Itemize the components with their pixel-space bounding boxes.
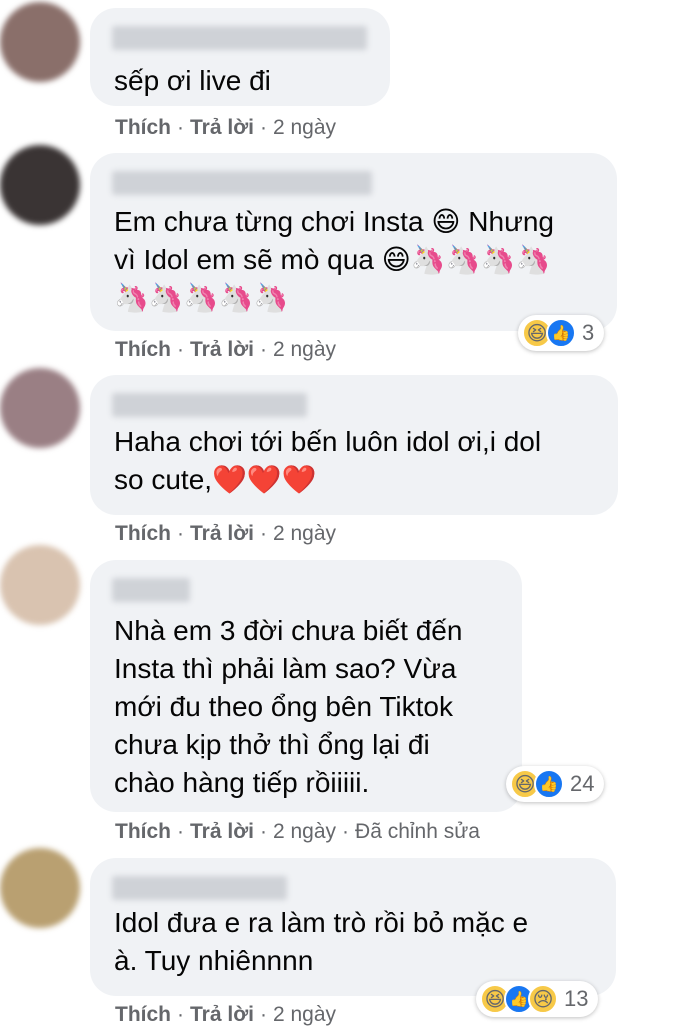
comment-text: sếp ơi live đi bbox=[114, 65, 271, 96]
comment-text: Nhà em 3 đời chưa biết đến Insta thì phả… bbox=[114, 615, 463, 798]
like-icon: 👍 bbox=[534, 769, 564, 799]
reply-link[interactable]: Trả lời bbox=[190, 522, 254, 545]
reaction-summary[interactable]: 😆 👍 😢 13 bbox=[476, 981, 599, 1017]
timestamp[interactable]: 2 ngày bbox=[273, 522, 336, 545]
comment-actions: Thích · Trả lời · 2 ngày bbox=[115, 1003, 337, 1026]
author-name-redacted[interactable] bbox=[112, 171, 372, 195]
reply-link[interactable]: Trả lời bbox=[190, 116, 254, 139]
comment-bubble: Haha chơi tới bến luôn idol ơi,i dol so … bbox=[90, 375, 618, 515]
avatar[interactable] bbox=[0, 145, 80, 225]
comment-actions: Thích · Trả lời · 2 ngày bbox=[115, 522, 337, 545]
comment-text: Em chưa từng chơi Insta 😄 Nhưng vì Idol … bbox=[114, 206, 554, 313]
avatar[interactable] bbox=[0, 368, 80, 448]
reaction-summary[interactable]: 😆 👍 3 bbox=[518, 315, 605, 351]
comment-actions: Thích · Trả lời · 2 ngày · Đã chỉnh sửa bbox=[115, 820, 480, 843]
comment-actions: Thích · Trả lời · 2 ngày bbox=[115, 116, 337, 139]
like-link[interactable]: Thích bbox=[115, 338, 171, 361]
reply-link[interactable]: Trả lời bbox=[190, 338, 254, 361]
timestamp[interactable]: 2 ngày bbox=[273, 820, 336, 843]
like-link[interactable]: Thích bbox=[115, 522, 171, 545]
comment-bubble: Idol đưa e ra làm trò rồi bỏ mặc e à. Tu… bbox=[90, 858, 616, 996]
author-name-redacted[interactable] bbox=[112, 26, 367, 50]
reply-link[interactable]: Trả lời bbox=[190, 1003, 254, 1026]
like-link[interactable]: Thích bbox=[115, 1003, 171, 1026]
comment-text: Idol đưa e ra làm trò rồi bỏ mặc e à. Tu… bbox=[114, 907, 529, 976]
comment-bubble: Em chưa từng chơi Insta 😄 Nhưng vì Idol … bbox=[90, 153, 617, 331]
reaction-count: 13 bbox=[564, 986, 589, 1011]
reply-link[interactable]: Trả lời bbox=[190, 820, 254, 843]
author-name-redacted[interactable] bbox=[112, 876, 287, 900]
sad-icon: 😢 bbox=[528, 984, 558, 1014]
like-link[interactable]: Thích bbox=[115, 116, 171, 139]
comment-text: Haha chơi tới bến luôn idol ơi,i dol so … bbox=[114, 426, 542, 495]
avatar[interactable] bbox=[0, 848, 80, 928]
reaction-count: 3 bbox=[582, 320, 595, 345]
reaction-summary[interactable]: 😆 👍 24 bbox=[506, 766, 605, 802]
edited-label[interactable]: Đã chỉnh sửa bbox=[355, 820, 480, 843]
like-link[interactable]: Thích bbox=[115, 820, 171, 843]
comment-bubble: sếp ơi live đi bbox=[90, 8, 390, 106]
like-icon: 👍 bbox=[546, 318, 576, 348]
avatar[interactable] bbox=[0, 545, 80, 625]
comment-bubble: Nhà em 3 đời chưa biết đến Insta thì phả… bbox=[90, 560, 522, 812]
reaction-count: 24 bbox=[570, 771, 595, 796]
timestamp[interactable]: 2 ngày bbox=[273, 1003, 336, 1026]
avatar[interactable] bbox=[0, 2, 80, 82]
timestamp[interactable]: 2 ngày bbox=[273, 338, 336, 361]
author-name-redacted[interactable] bbox=[112, 393, 307, 417]
author-name-redacted[interactable] bbox=[112, 578, 190, 602]
timestamp[interactable]: 2 ngày bbox=[273, 116, 336, 139]
comment-actions: Thích · Trả lời · 2 ngày bbox=[115, 338, 337, 361]
